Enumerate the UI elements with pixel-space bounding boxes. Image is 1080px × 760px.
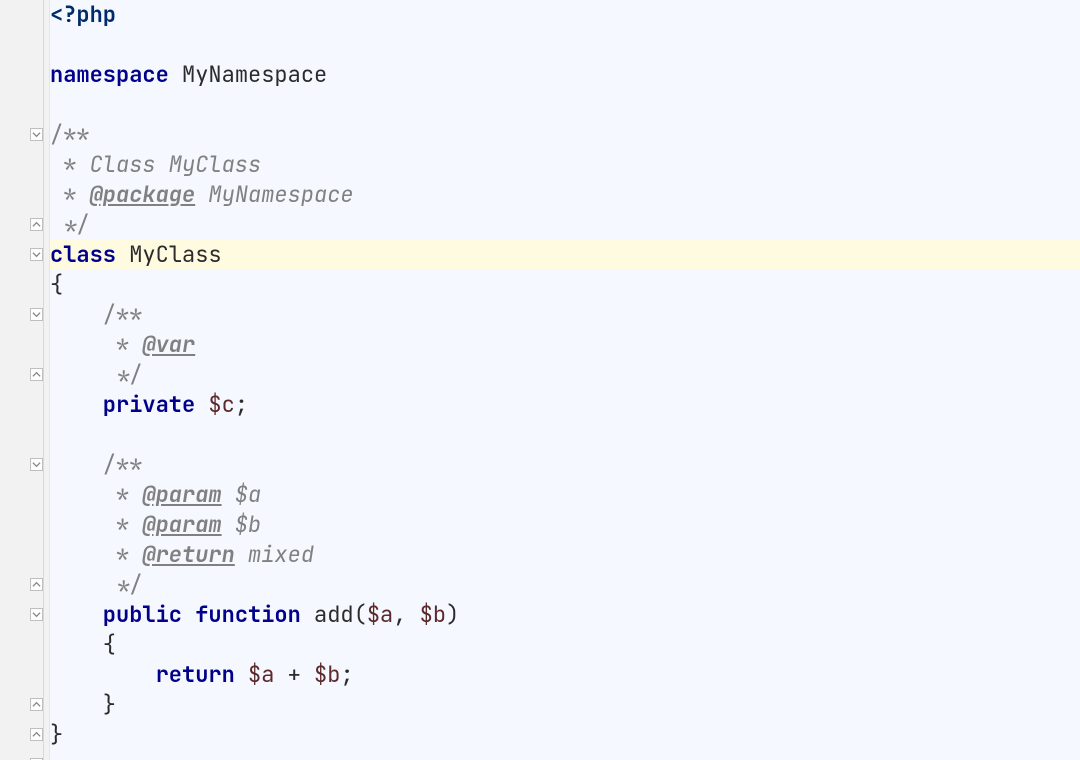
fold-toggle-icon[interactable]	[30, 308, 43, 321]
docblock-line: * @package MyNamespace	[50, 180, 1080, 210]
docblock-line: * Class MyClass	[50, 150, 1080, 180]
param-b: $b	[420, 600, 446, 629]
docblock-line: * @var	[50, 330, 1080, 360]
code-line: namespace MyNamespace	[50, 60, 1080, 90]
code-line: private $c;	[50, 390, 1080, 420]
fold-toggle-icon[interactable]	[30, 128, 43, 141]
docblock-open: /**	[50, 120, 1080, 150]
fold-toggle-icon[interactable]	[30, 728, 43, 741]
doctag-param: @param	[142, 510, 221, 539]
docblock-line: * @param $b	[50, 510, 1080, 540]
code-lines[interactable]: <?php namespace MyNamespace /** * Class …	[50, 0, 1080, 760]
fold-toggle-icon[interactable]	[30, 218, 43, 231]
docblock-line: * @param $a	[50, 480, 1080, 510]
code-line-class-decl: class MyClass	[50, 240, 1080, 270]
code-line: return $a + $b;	[50, 660, 1080, 690]
fold-toggle-icon[interactable]	[30, 248, 43, 261]
code-editor: <?php namespace MyNamespace /** * Class …	[0, 0, 1080, 760]
code-line: public function add($a, $b)	[50, 600, 1080, 630]
fold-toggle-icon[interactable]	[30, 368, 43, 381]
namespace-name: MyNamespace	[169, 60, 327, 89]
docblock-line: * @return mixed	[50, 540, 1080, 570]
docblock-close: */	[50, 360, 1080, 390]
keyword-function: function	[182, 600, 301, 629]
function-name: add	[301, 600, 354, 629]
code-line: }	[50, 690, 1080, 720]
param-a: $a	[367, 600, 393, 629]
fold-guide	[43, 0, 44, 760]
doctag-return: @return	[142, 540, 234, 569]
keyword-private: private	[50, 390, 195, 419]
fold-toggle-icon[interactable]	[30, 698, 43, 711]
code-line	[50, 420, 1080, 450]
keyword-public: public	[50, 600, 182, 629]
code-line: <?php	[50, 0, 1080, 30]
fold-toggle-icon[interactable]	[30, 458, 43, 471]
code-line: }	[50, 720, 1080, 750]
docblock-open: /**	[50, 450, 1080, 480]
docblock-close: */	[50, 210, 1080, 240]
doctag-param: @param	[142, 480, 221, 509]
fold-toggle-icon[interactable]	[30, 608, 43, 621]
keyword-namespace: namespace	[50, 60, 169, 89]
fold-toggle-icon[interactable]	[30, 578, 43, 591]
keyword-class: class	[50, 240, 116, 269]
gutter[interactable]	[0, 0, 50, 760]
docblock-open: /**	[50, 300, 1080, 330]
php-open-tag: <?php	[50, 0, 116, 29]
doctag-var: @var	[142, 330, 195, 359]
code-line: {	[50, 270, 1080, 300]
code-line	[50, 30, 1080, 60]
property-c: $c	[195, 390, 235, 419]
code-line: {	[50, 630, 1080, 660]
class-name: MyClass	[116, 240, 222, 269]
code-line	[50, 90, 1080, 120]
keyword-return: return	[50, 660, 235, 689]
docblock-close: */	[50, 570, 1080, 600]
doctag-package: @package	[90, 180, 196, 209]
